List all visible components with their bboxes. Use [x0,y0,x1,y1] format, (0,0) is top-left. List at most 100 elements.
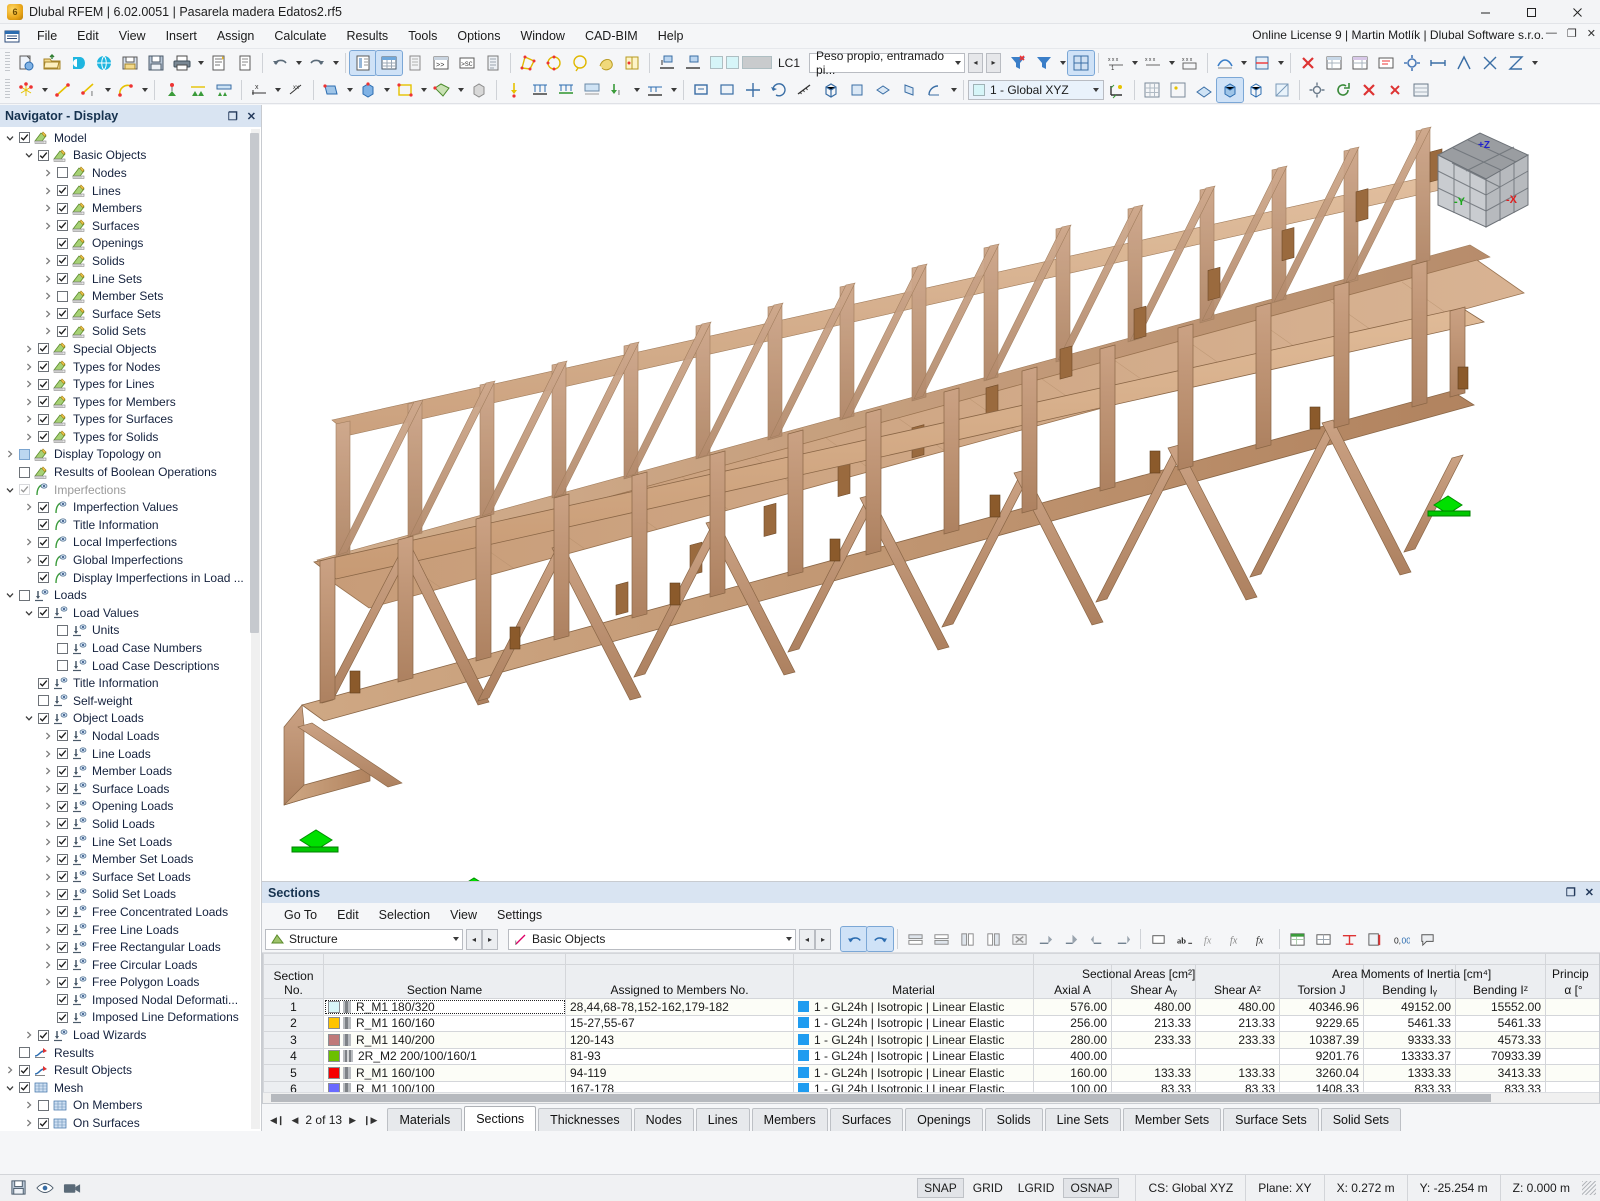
navigator-item-free-circular-loads[interactable]: Free Circular Loads [0,956,261,974]
view-front-icon[interactable] [844,78,870,102]
cell-material[interactable]: 1 - GL24h | Isotropic | Linear Elastic [794,999,1034,1016]
navigator-item-checkbox[interactable] [38,537,49,548]
tab-sections[interactable]: Sections [464,1106,536,1131]
cell-shear-az[interactable]: 133.33 [1196,1065,1280,1082]
undo-dropdown-caret[interactable] [293,51,304,75]
pager-last-button[interactable]: ❙▶ [363,1115,377,1126]
navigator-item-opening-loads[interactable]: Opening Loads [0,798,261,816]
navigator-item-checkbox[interactable] [38,713,49,724]
chevron-right-icon[interactable] [44,785,57,793]
chevron-right-icon[interactable] [6,450,19,458]
tab-thicknesses[interactable]: Thicknesses [538,1108,631,1131]
status-lgrid-toggle[interactable]: LGRID [1012,1179,1061,1197]
navigator-item-checkbox[interactable] [38,396,49,407]
cell-section-name[interactable]: R_M1 180/320 [324,999,566,1016]
move-row-out-icon[interactable] [1058,927,1084,951]
tab-openings[interactable]: Openings [905,1108,983,1131]
refresh-view-icon[interactable] [1330,78,1356,102]
chevron-down-icon[interactable] [25,151,38,159]
dimension-dropdown-caret[interactable] [1529,51,1540,75]
rename-cell-icon[interactable]: ab [1171,927,1197,951]
chevron-right-icon[interactable] [44,978,57,986]
tab-members[interactable]: Members [752,1108,828,1131]
navigator-item-checkbox[interactable] [57,308,68,319]
cell-bending-iy[interactable]: 5461.33 [1364,1015,1456,1032]
cell-assigned-members[interactable]: 94-119 [566,1065,794,1082]
cell-axial-a[interactable]: 160.00 [1034,1065,1112,1082]
insert-row-below-icon[interactable] [928,927,954,951]
cell-principal-alpha[interactable] [1546,1015,1600,1032]
menu-file[interactable]: File [27,26,67,46]
cell-bending-iy[interactable]: 1333.33 [1364,1065,1456,1082]
navigator-item-member-loads[interactable]: Member Loads [0,762,261,780]
console-panel-icon[interactable]: >> [428,51,454,75]
formula-fx-icon-1[interactable]: fx [1197,927,1223,951]
cell-assigned-members[interactable]: 28,44,68-78,152-162,179-182 [566,999,794,1016]
cell-assigned-members[interactable]: 120-143 [566,1032,794,1049]
navigator-item-object-loads[interactable]: Object Loads [0,710,261,728]
arc-dropdown-caret[interactable] [139,78,150,102]
navigator-item-solid-set-loads[interactable]: Solid Set Loads [0,886,261,904]
table-row[interactable]: 2R_M1 160/16015-27,55-671 - GL24h | Isot… [264,1015,1600,1032]
select-polygon-icon[interactable] [515,51,541,75]
cell-material[interactable]: 1 - GL24h | Isotropic | Linear Elastic [794,1065,1034,1082]
imposed-dropdown-caret[interactable] [668,78,679,102]
cell-shear-az[interactable]: 480.00 [1196,999,1280,1016]
chevron-right-icon[interactable] [25,1119,38,1127]
pager-next-button[interactable]: ▶ [349,1115,356,1126]
header-torsion-j[interactable]: Area Moments of Inertia [cm⁴] Torsion J [1280,965,1364,999]
objects-next-button[interactable]: ▸ [815,929,831,950]
navigator-item-checkbox[interactable] [19,1082,30,1093]
cell-axial-a[interactable]: 400.00 [1034,1048,1112,1065]
tab-solid-sets[interactable]: Solid Sets [1321,1108,1401,1131]
tab-materials[interactable]: Materials [387,1108,462,1131]
navigator-item-openings[interactable]: Openings [0,235,261,253]
formula-fx-icon-3[interactable]: fx [1249,927,1275,951]
cell-shear-ay[interactable]: 480.00 [1112,999,1196,1016]
solid-set-icon[interactable] [466,78,492,102]
navigator-item-imposed-nodal-deformati[interactable]: Imposed Nodal Deformati... [0,991,261,1009]
navigator-item-checkbox[interactable] [57,836,68,847]
pager-first-button[interactable]: ◀❙ [270,1115,284,1126]
cell-section-name[interactable]: R_M1 160/100 [324,1065,566,1082]
cell-bending-iz[interactable]: 15552.00 [1456,999,1546,1016]
menu-calculate[interactable]: Calculate [264,26,336,46]
chevron-right-icon[interactable] [44,943,57,951]
status-grid-toggle[interactable]: GRID [967,1179,1009,1197]
navigator-item-checkbox[interactable] [38,361,49,372]
navigator-item-checkbox[interactable] [57,1012,68,1023]
navigator-item-title-information[interactable]: Title Information [0,674,261,692]
navigator-item-display-imperfections-in-load[interactable]: Display Imperfections in Load ... [0,569,261,587]
cell-torsion-j[interactable]: 3260.04 [1280,1065,1364,1082]
menu-edit[interactable]: Edit [67,26,109,46]
chevron-right-icon[interactable] [44,855,57,863]
insert-col-right-icon[interactable] [980,927,1006,951]
numbering-dropdown-caret[interactable] [1129,51,1140,75]
free-load-icon[interactable]: I [605,78,631,102]
navigator-item-solids[interactable]: Solids [0,252,261,270]
cell-bending-iy[interactable]: 9333.33 [1364,1032,1456,1049]
navigator-item-checkbox[interactable] [38,607,49,618]
chevron-right-icon[interactable] [44,873,57,881]
navigator-item-checkbox[interactable] [57,801,68,812]
indent-icon[interactable] [1110,927,1136,951]
dimension-x-icon[interactable] [1477,51,1503,75]
navigator-item-checkbox[interactable] [57,766,68,777]
cell-torsion-j[interactable]: 40346.96 [1280,999,1364,1016]
navigator-item-checkbox[interactable] [38,678,49,689]
navigator-scrollbar-track[interactable] [251,129,260,1129]
save-as-icon[interactable] [117,51,143,75]
new-line-icon[interactable] [50,78,76,102]
navigator-item-model[interactable]: Model [0,129,261,147]
menu-options[interactable]: Options [447,26,510,46]
save-button[interactable] [143,51,169,75]
close-x-icon[interactable] [1295,51,1321,75]
navigator-item-checkbox[interactable] [57,994,68,1005]
navigator-item-results[interactable]: Results [0,1044,261,1062]
load-case-next-button[interactable]: ▸ [986,53,1001,73]
surface-load-icon[interactable] [579,78,605,102]
cell-section-name[interactable]: 2R_M2 200/100/160/1 [324,1048,566,1065]
toolbar-grip[interactable] [5,52,10,73]
chevron-right-icon[interactable] [44,802,57,810]
navigator-item-local-imperfections[interactable]: Local Imperfections [0,534,261,552]
